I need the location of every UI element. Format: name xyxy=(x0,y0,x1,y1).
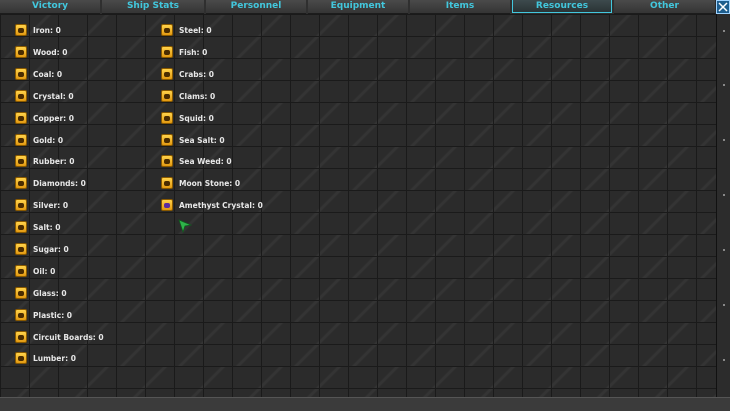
resource-squid: Squid: 0 xyxy=(161,111,214,125)
resource-sugar: Sugar: 0 xyxy=(15,242,69,256)
resource-label: Copper: 0 xyxy=(33,113,75,123)
tab-equipment[interactable]: Equipment xyxy=(308,0,408,14)
plastic-icon xyxy=(15,309,27,321)
resource-copper: Copper: 0 xyxy=(15,111,74,125)
mouse-cursor-icon xyxy=(178,219,192,233)
resource-label: Oil: 0 xyxy=(33,266,56,276)
resource-fish: Fish: 0 xyxy=(161,45,207,59)
rubber-icon xyxy=(15,155,27,167)
resource-label: Sea Salt: 0 xyxy=(179,135,225,145)
close-button[interactable] xyxy=(716,0,730,14)
scrollbar[interactable] xyxy=(716,14,730,397)
resource-label: Moon Stone: 0 xyxy=(179,178,241,188)
iron-icon xyxy=(15,24,27,36)
resource-label: Crystal: 0 xyxy=(33,91,74,101)
resource-coal: Coal: 0 xyxy=(15,67,62,81)
scrollbar-dot xyxy=(723,84,725,86)
resource-glass: Glass: 0 xyxy=(15,286,67,300)
steel-icon xyxy=(161,24,173,36)
coal-icon xyxy=(15,68,27,80)
resource-steel: Steel: 0 xyxy=(161,23,212,37)
resource-label: Steel: 0 xyxy=(179,25,212,35)
lumber-icon xyxy=(15,352,27,364)
resource-label: Wood: 0 xyxy=(33,47,68,57)
gold-icon xyxy=(15,134,27,146)
resource-label: Circuit Boards: 0 xyxy=(33,332,104,342)
circuit-board-icon xyxy=(15,331,27,343)
scrollbar-dot xyxy=(723,30,725,32)
tab-resources[interactable]: Resources xyxy=(512,0,612,13)
resource-diamonds: Diamonds: 0 xyxy=(15,176,86,190)
resource-label: Fish: 0 xyxy=(179,47,208,57)
resource-crabs: Crabs: 0 xyxy=(161,67,214,81)
resource-label: Coal: 0 xyxy=(33,69,63,79)
fish-icon xyxy=(161,46,173,58)
resource-label: Glass: 0 xyxy=(33,288,67,298)
clam-icon xyxy=(161,90,173,102)
resource-moon-stone: Moon Stone: 0 xyxy=(161,176,240,190)
resource-lumber: Lumber: 0 xyxy=(15,351,76,365)
tab-bar: Victory Ship Stats Personnel Equipment I… xyxy=(0,0,715,14)
resource-label: Diamonds: 0 xyxy=(33,178,86,188)
tab-personnel[interactable]: Personnel xyxy=(206,0,306,14)
resource-label: Squid: 0 xyxy=(179,113,214,123)
resource-rubber: Rubber: 0 xyxy=(15,154,74,168)
resource-sea-weed: Sea Weed: 0 xyxy=(161,154,232,168)
resource-gold: Gold: 0 xyxy=(15,133,63,147)
oil-icon xyxy=(15,265,27,277)
tab-victory[interactable]: Victory xyxy=(0,0,100,14)
sea-weed-icon xyxy=(161,155,173,167)
silver-icon xyxy=(15,199,27,211)
moon-stone-icon xyxy=(161,177,173,189)
resource-crystal: Crystal: 0 xyxy=(15,89,74,103)
tab-items[interactable]: Items xyxy=(410,0,510,14)
resource-wood: Wood: 0 xyxy=(15,45,68,59)
tab-ship-stats[interactable]: Ship Stats xyxy=(102,0,204,14)
resource-amethyst-crystal: Amethyst Crystal: 0 xyxy=(161,198,263,212)
resource-label: Plastic: 0 xyxy=(33,310,73,320)
resource-label: Gold: 0 xyxy=(33,135,64,145)
salt-icon xyxy=(15,221,27,233)
crystal-icon xyxy=(15,90,27,102)
resource-label: Crabs: 0 xyxy=(179,69,214,79)
close-icon xyxy=(718,2,728,12)
diamond-icon xyxy=(15,177,27,189)
sugar-icon xyxy=(15,243,27,255)
resource-circuit-boards: Circuit Boards: 0 xyxy=(15,330,104,344)
resource-label: Iron: 0 xyxy=(33,25,61,35)
copper-icon xyxy=(15,112,27,124)
scrollbar-dot xyxy=(723,359,725,361)
scrollbar-dot xyxy=(723,304,725,306)
resource-label: Salt: 0 xyxy=(33,222,61,232)
wood-icon xyxy=(15,46,27,58)
resource-clams: Clams: 0 xyxy=(161,89,215,103)
scrollbar-dot xyxy=(723,139,725,141)
resource-label: Sea Weed: 0 xyxy=(179,156,232,166)
crab-icon xyxy=(161,68,173,80)
bottom-bar xyxy=(0,397,730,411)
resource-silver: Silver: 0 xyxy=(15,198,68,212)
resource-oil: Oil: 0 xyxy=(15,264,55,278)
amethyst-crystal-icon xyxy=(161,199,173,211)
scrollbar-dot xyxy=(723,249,725,251)
resource-label: Silver: 0 xyxy=(33,200,69,210)
resource-label: Clams: 0 xyxy=(179,91,216,101)
resource-label: Rubber: 0 xyxy=(33,156,75,166)
sea-salt-icon xyxy=(161,134,173,146)
resource-label: Amethyst Crystal: 0 xyxy=(179,200,263,210)
resource-sea-salt: Sea Salt: 0 xyxy=(161,133,225,147)
resource-plastic: Plastic: 0 xyxy=(15,308,72,322)
resource-panel-background xyxy=(0,14,716,397)
resource-label: Sugar: 0 xyxy=(33,244,69,254)
scrollbar-dot xyxy=(723,194,725,196)
glass-icon xyxy=(15,287,27,299)
tab-other[interactable]: Other xyxy=(614,0,715,14)
squid-icon xyxy=(161,112,173,124)
resource-label: Lumber: 0 xyxy=(33,353,76,363)
resource-salt: Salt: 0 xyxy=(15,220,60,234)
resource-iron: Iron: 0 xyxy=(15,23,61,37)
